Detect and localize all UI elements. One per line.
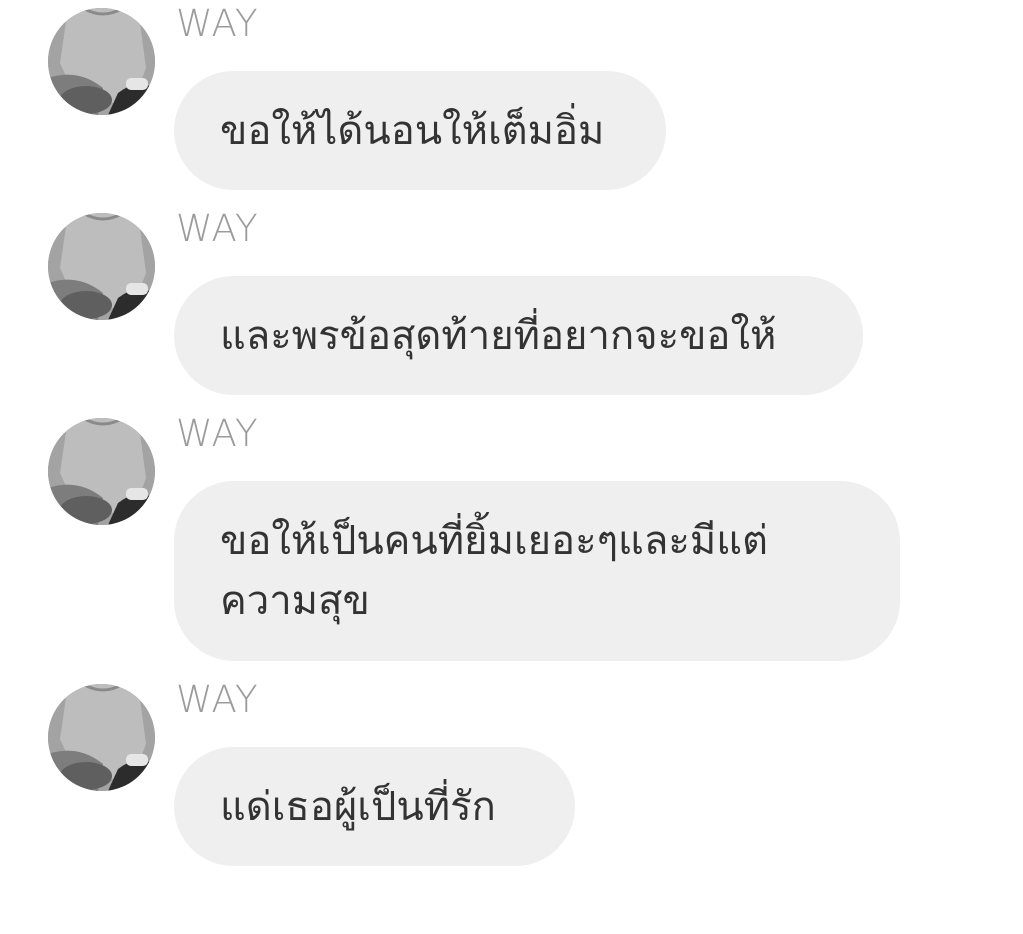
avatar[interactable] <box>48 8 155 115</box>
message-text: แด่เธอผู้เป็นที่รัก <box>220 783 496 830</box>
sender-name: WAY <box>176 412 259 455</box>
message-text: และพรข้อสุดท้ายที่อยากจะขอให้ <box>220 312 777 359</box>
avatar[interactable] <box>48 213 155 320</box>
sender-name: WAY <box>176 678 259 721</box>
user-photo-avatar-icon <box>48 418 155 525</box>
message-bubble[interactable]: และพรข้อสุดท้ายที่อยากจะขอให้ <box>174 276 863 395</box>
message-text: ขอให้เป็นคนที่ยิ้มเยอะๆและมีแต่ความสุข <box>220 518 768 624</box>
user-photo-avatar-icon <box>48 213 155 320</box>
message-text: ขอให้ได้นอนให้เต็มอิ่ม <box>220 107 605 154</box>
avatar[interactable] <box>48 684 155 791</box>
message-bubble[interactable]: ขอให้ได้นอนให้เต็มอิ่ม <box>174 71 666 190</box>
avatar[interactable] <box>48 418 155 525</box>
message-bubble[interactable]: แด่เธอผู้เป็นที่รัก <box>174 747 575 866</box>
user-photo-avatar-icon <box>48 8 155 115</box>
user-photo-avatar-icon <box>48 684 155 791</box>
sender-name: WAY <box>176 207 259 250</box>
message-bubble[interactable]: ขอให้เป็นคนที่ยิ้มเยอะๆและมีแต่ความสุข <box>174 481 900 661</box>
sender-name: WAY <box>176 2 259 45</box>
